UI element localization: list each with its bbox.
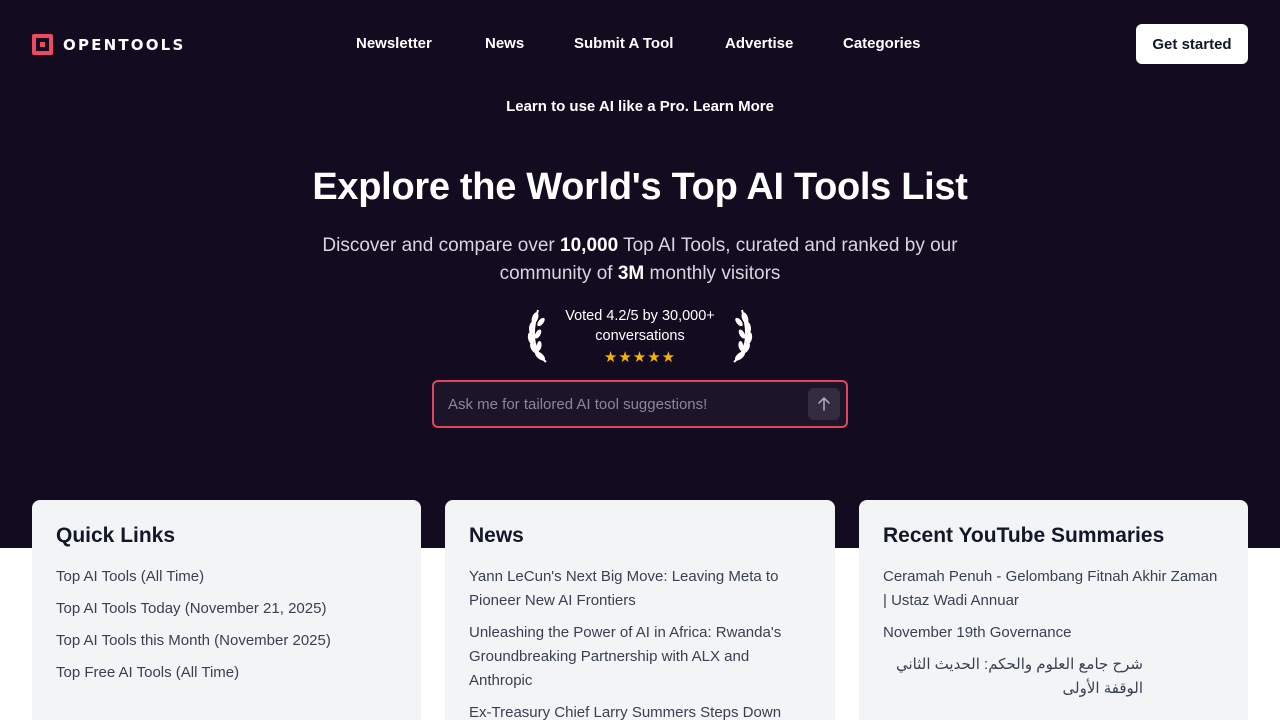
news-card: News Yann LeCun's Next Big Move: Leaving… xyxy=(445,500,835,720)
quick-links-title: Quick Links xyxy=(56,524,176,547)
quick-link[interactable]: Top Free AI Tools (All Time) xyxy=(56,661,397,685)
youtube-summaries-title: Recent YouTube Summaries xyxy=(883,524,1165,547)
laurel-right-icon xyxy=(733,309,753,363)
news-link[interactable]: Yann LeCun's Next Big Move: Leaving Meta… xyxy=(469,565,811,613)
quick-link[interactable]: Top AI Tools this Month (November 2025) xyxy=(56,629,397,653)
star-icon: ★ xyxy=(618,349,633,366)
star-icon: ★ xyxy=(647,349,662,366)
search-input[interactable] xyxy=(448,393,798,415)
tool-count: 10,000 xyxy=(560,235,619,256)
nav-news[interactable]: News xyxy=(485,35,524,52)
rating-text: Voted 4.2/5 by 30,000+ conversations xyxy=(565,308,715,344)
subtitle-text: Discover and compare over xyxy=(322,235,561,256)
quick-link[interactable]: Top AI Tools (All Time) xyxy=(56,565,397,589)
main-nav: Newsletter News Submit A Tool Advertise … xyxy=(0,35,1280,55)
star-icon: ★ xyxy=(603,349,619,366)
news-link[interactable]: Ex-Treasury Chief Larry Summers Steps Do… xyxy=(469,701,811,720)
youtube-summary-link[interactable]: November 19th Governance xyxy=(883,621,1224,645)
arrow-up-icon xyxy=(818,397,830,411)
subtitle-text: monthly visitors xyxy=(644,263,781,284)
nav-categories[interactable]: Categories xyxy=(843,35,921,52)
news-link[interactable]: Unleashing the Power of AI in Africa: Rw… xyxy=(469,621,811,693)
page-title: Explore the World's Top AI Tools List xyxy=(312,166,968,208)
star-rating: ★★★★★ xyxy=(526,348,754,366)
news-title: News xyxy=(469,524,524,547)
quick-links-card: Quick Links Top AI Tools (All Time) Top … xyxy=(32,500,421,720)
nav-newsletter[interactable]: Newsletter xyxy=(356,35,432,52)
nav-submit-tool[interactable]: Submit A Tool xyxy=(574,35,673,52)
nav-advertise[interactable]: Advertise xyxy=(725,35,793,52)
star-icon: ★ xyxy=(661,349,677,366)
get-started-button[interactable]: Get started xyxy=(1136,24,1248,64)
youtube-summaries-card: Recent YouTube Summaries Ceramah Penuh -… xyxy=(859,500,1248,720)
quick-link[interactable]: Top AI Tools Today (November 21, 2025) xyxy=(56,597,397,621)
youtube-summary-link[interactable]: شرح جامع العلوم والحكم: الحديث الثاني ال… xyxy=(883,653,1143,701)
ai-search-box xyxy=(432,380,848,428)
rating-badge: Voted 4.2/5 by 30,000+ conversations ★★★… xyxy=(526,306,754,366)
promo-link[interactable]: Learn to use AI like a Pro. Learn More xyxy=(0,98,1280,115)
youtube-summary-link[interactable]: Ceramah Penuh - Gelombang Fitnah Akhir Z… xyxy=(883,565,1224,613)
visitor-count: 3M xyxy=(617,263,645,284)
star-icon: ★ xyxy=(632,349,648,366)
hero-subtitle: Discover and compare over 10,000 Top AI … xyxy=(310,232,970,288)
send-button[interactable] xyxy=(808,388,840,420)
